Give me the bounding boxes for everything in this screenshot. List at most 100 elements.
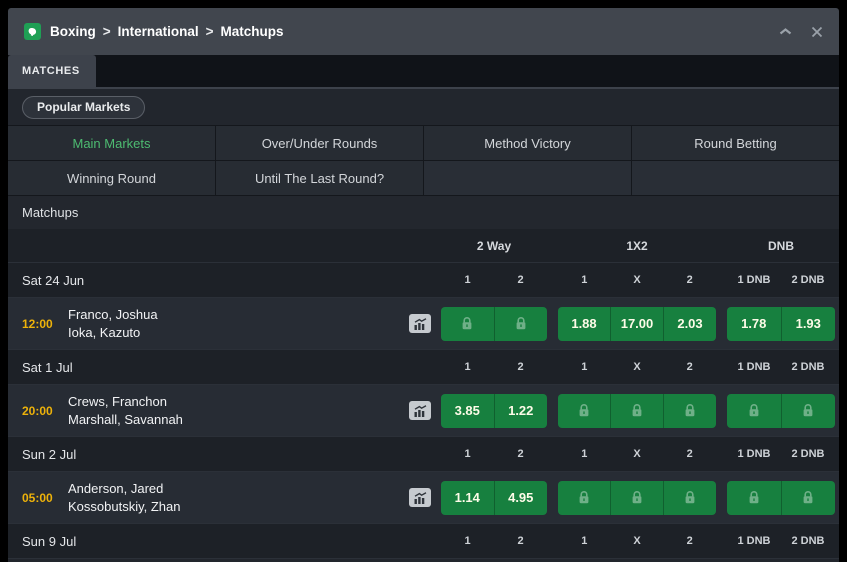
odds-button-locked [493,306,548,341]
sub-header: 1 [581,535,588,547]
odds-group-1x2: 1.88 17.00 2.03 [558,306,716,341]
collapse-chevron-up-icon[interactable] [778,27,793,36]
titlebar: Boxing > International > Matchups [8,8,839,55]
date-label: Sat 1 Jul [22,359,73,375]
odds-group-2way: 1.14 4.95 [441,480,548,515]
fighter-name: Marshall, Savannah [68,411,183,427]
odds-button[interactable]: 1.22 [493,393,548,428]
sub-header: X [633,535,641,547]
sub-header: 2 [686,535,693,547]
sub-header: 1 [581,274,588,286]
odds-button-locked [610,393,663,428]
odds-button-locked [780,480,836,515]
group-header-dnb: DNB [768,238,794,253]
sub-header: 2 [517,274,524,286]
odds-group-1x2 [558,393,716,428]
match-fighters: Crews, Franchon Marshall, Savannah [50,393,409,429]
breadcrumb: Boxing > International > Matchups [50,24,284,39]
fighter-name: Franco, Joshua [68,306,158,322]
date-row: Sun 2 Jul 1 2 1 X 2 1 DNB 2 DNB [8,437,839,472]
odds-group-dnb [727,393,836,428]
sub-header: X [633,274,641,286]
sub-header: 2 DNB [791,274,825,286]
match-row: 12:00 Franco, Joshua Ioka, Kazuto 1.88 1… [8,298,839,350]
market-tab-empty-cell [632,161,839,195]
popular-markets-button[interactable]: Popular Markets [22,95,146,119]
odds-button-locked [558,394,610,428]
match-time: 20:00 [22,403,53,418]
sub-header: 2 [686,361,693,373]
odds-button-locked [780,393,836,428]
date-label: Sun 2 Jul [22,446,77,462]
sub-header: 1 DNB [737,535,771,547]
sub-header: 2 [686,274,693,286]
fighter-name: Ioka, Kazuto [68,324,141,340]
market-tab-until-the-last-round[interactable]: Until The Last Round? [216,161,423,195]
sub-header: 1 [464,361,471,373]
odds-button[interactable]: 1.14 [441,481,494,515]
group-header-1x2: 1X2 [626,238,648,253]
sub-header: 1 DNB [737,361,771,373]
odds-button-locked [727,394,781,428]
odds-button-locked [441,307,494,341]
odds-button-locked [727,481,781,515]
sub-header: 1 [581,448,588,460]
sub-header: 1 DNB [737,274,771,286]
tab-matches[interactable]: MATCHES [8,55,96,87]
odds-button[interactable]: 4.95 [493,480,548,515]
sub-header: X [633,361,641,373]
odds-button[interactable]: 17.00 [610,306,663,341]
breadcrumb-separator: > [102,24,111,39]
date-row: Sun 9 Jul 1 2 1 X 2 1 DNB 2 DNB [8,524,839,559]
sub-header: 2 [686,448,693,460]
market-tab-over-under-rounds[interactable]: Over/Under Rounds [216,126,423,160]
odds-button-locked [663,480,716,515]
market-tabs-grid: Main Markets Over/Under Rounds Method Vi… [8,125,839,196]
breadcrumb-item-boxing[interactable]: Boxing [50,24,96,39]
sub-header: 1 DNB [737,448,771,460]
odds-group-dnb: 1.78 1.93 [727,306,836,341]
odds-group-header-row: 2 Way 1X2 DNB [8,229,839,263]
sub-header: 2 DNB [791,361,825,373]
sub-header: 2 [517,448,524,460]
odds-button[interactable]: 1.78 [727,307,781,341]
fighter-name: Kossobutskiy, Zhan [68,498,181,514]
odds-button[interactable]: 1.88 [558,307,610,341]
sport-boxing-icon [24,23,41,40]
match-fighters: Anderson, Jared Kossobutskiy, Zhan [50,480,409,516]
odds-button[interactable]: 2.03 [663,306,716,341]
match-fighters: Franco, Joshua Ioka, Kazuto [50,306,409,342]
market-tab-method-victory[interactable]: Method Victory [424,126,631,160]
breadcrumb-item-international[interactable]: International [118,24,199,39]
tab-strip: MATCHES [8,55,839,89]
market-tab-empty-cell [424,161,631,195]
sub-header: 2 DNB [791,448,825,460]
date-row: Sat 24 Jun 1 2 1 X 2 1 DNB 2 DNB [8,263,839,298]
match-time: 12:00 [22,316,53,331]
fighter-name: Crews, Franchon [68,393,167,409]
filter-bar: Popular Markets [8,89,839,125]
market-tab-main-markets[interactable]: Main Markets [8,126,215,160]
match-row: 05:00 Anderson, Jared Kossobutskiy, Zhan… [8,472,839,524]
odds-group-2way [441,306,548,341]
match-time: 05:00 [22,490,53,505]
stats-chart-icon[interactable] [409,314,431,333]
match-row: 20:00 Crews, Franchon Marshall, Savannah… [8,385,839,437]
sub-header: 2 [517,361,524,373]
group-header-2way: 2 Way [476,238,512,253]
odds-button-locked [610,480,663,515]
date-row: Sat 1 Jul 1 2 1 X 2 1 DNB 2 DNB [8,350,839,385]
stats-chart-icon[interactable] [409,488,431,507]
market-tab-winning-round[interactable]: Winning Round [8,161,215,195]
breadcrumb-item-matchups[interactable]: Matchups [221,24,284,39]
date-label: Sat 24 Jun [22,272,85,288]
market-tab-round-betting[interactable]: Round Betting [632,126,839,160]
odds-button-locked [558,481,610,515]
close-icon[interactable] [811,26,823,38]
odds-button-locked [663,393,716,428]
odds-group-2way: 3.85 1.22 [441,393,548,428]
odds-button[interactable]: 1.93 [780,306,836,341]
odds-button[interactable]: 3.85 [441,394,494,428]
sub-header: X [633,448,641,460]
stats-chart-icon[interactable] [409,401,431,420]
